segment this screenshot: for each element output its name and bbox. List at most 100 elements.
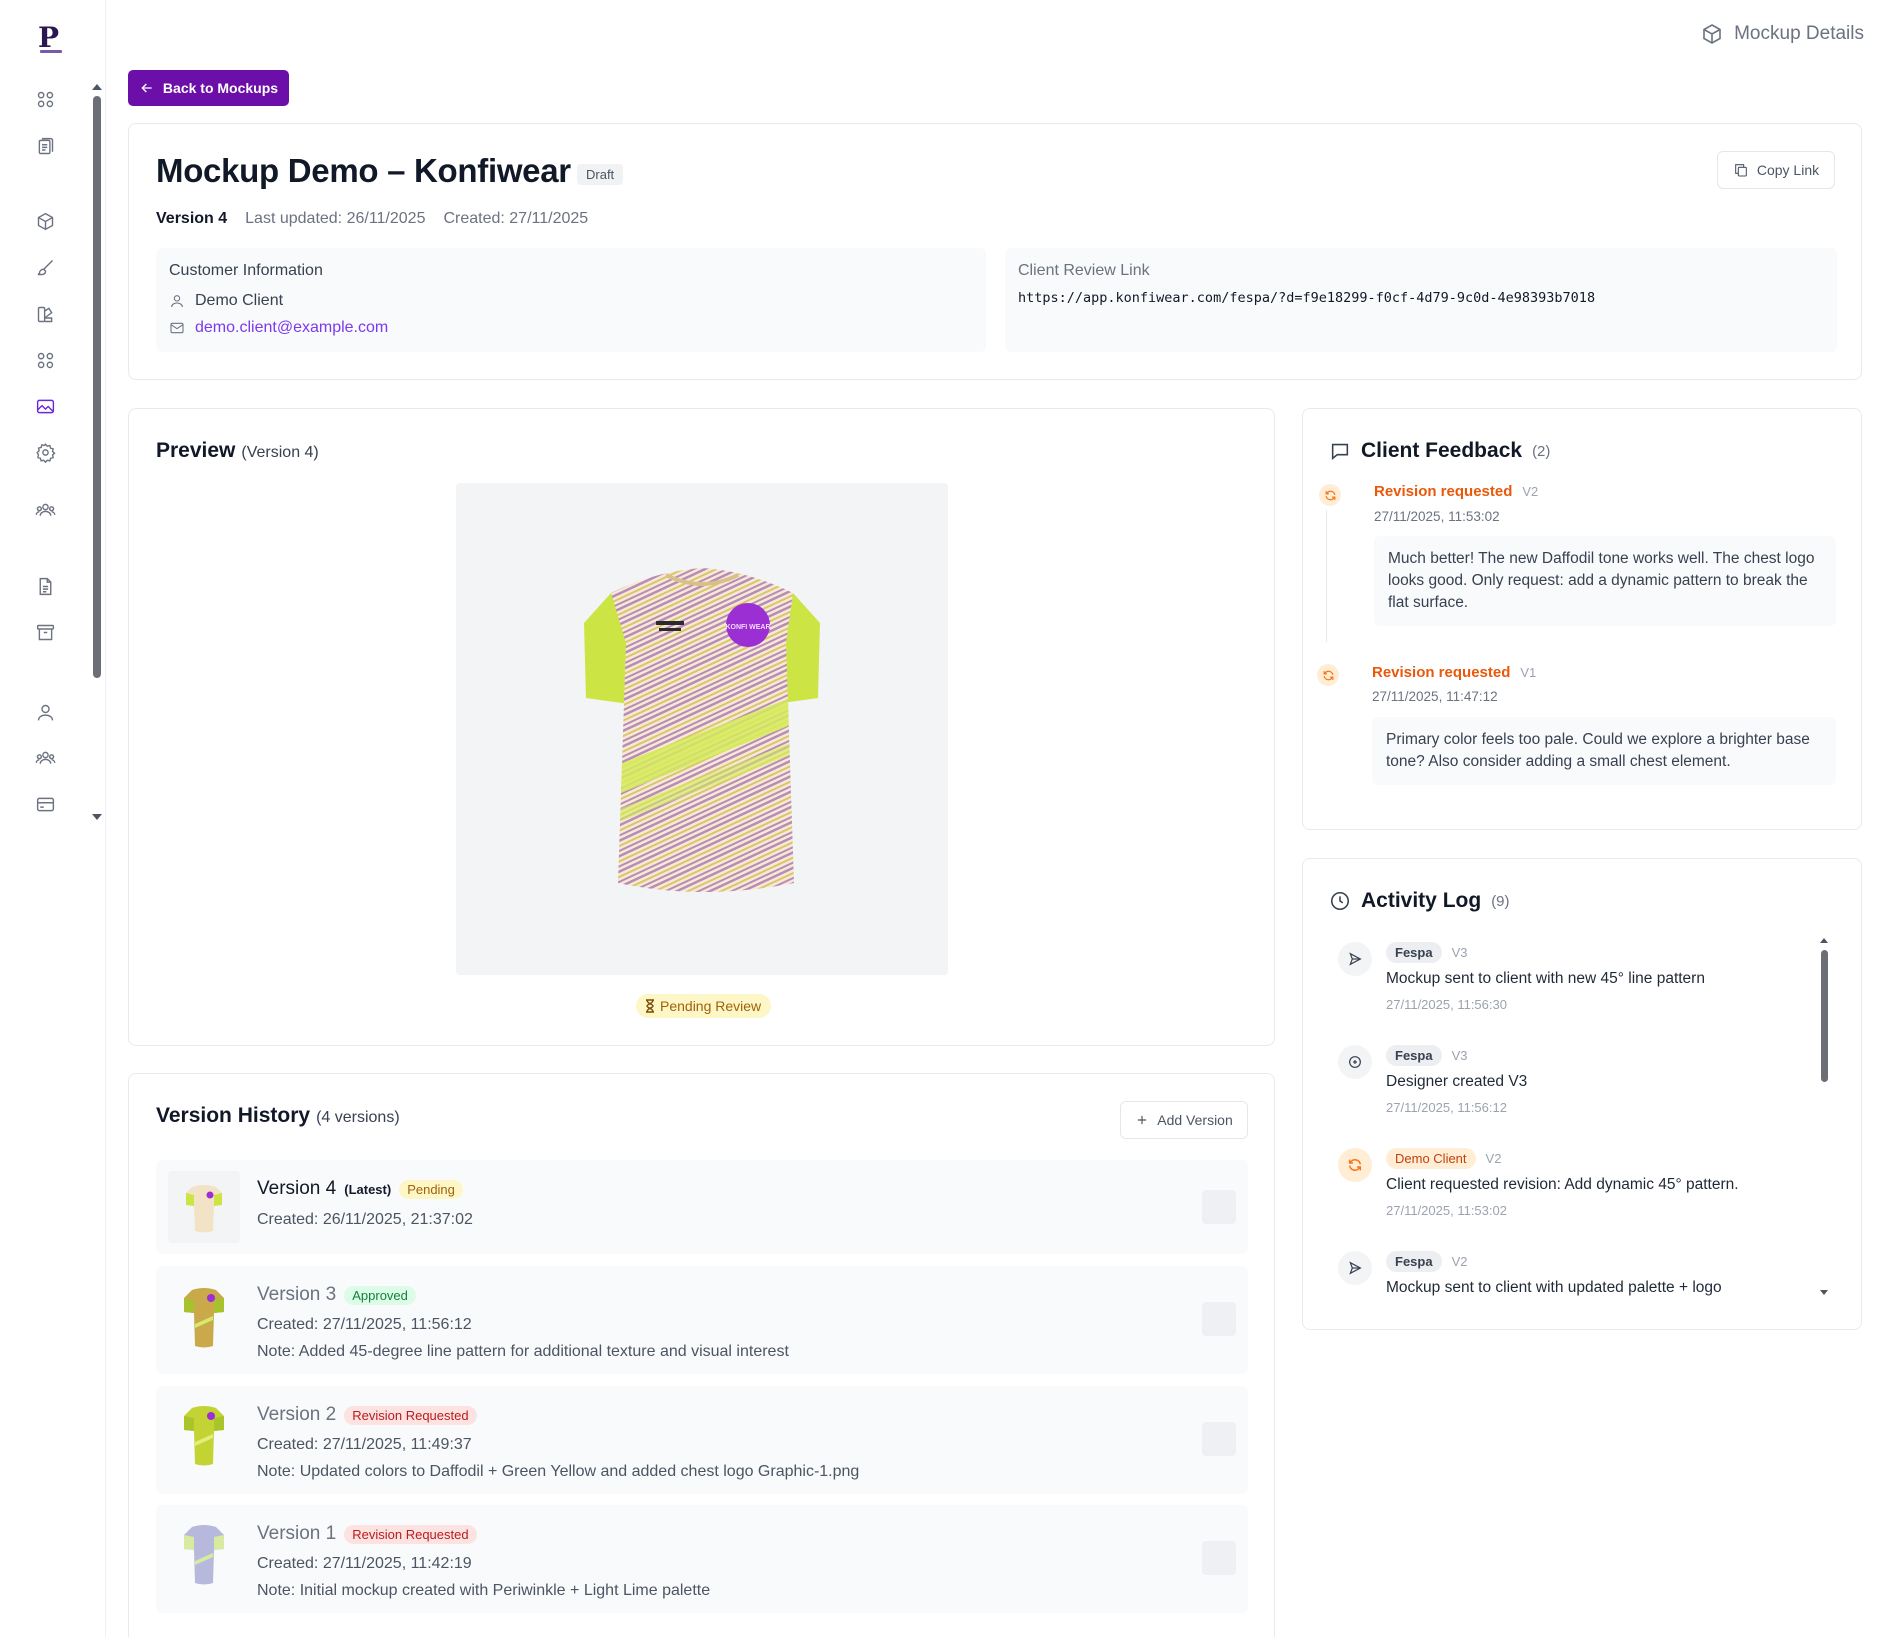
- settings-icon[interactable]: [33, 440, 57, 464]
- activity-version: V3: [1451, 1048, 1468, 1063]
- version-thumbnail: [168, 1171, 240, 1243]
- version-select-checkbox[interactable]: [1202, 1541, 1236, 1575]
- version-created: Created: 27/11/2025, 11:49:37: [257, 1436, 472, 1453]
- version-name-text: Version 4: [257, 1178, 337, 1199]
- version-created: Created: 27/11/2025, 11:56:12: [257, 1316, 472, 1333]
- image-icon[interactable]: [33, 394, 57, 418]
- clock-icon: [1330, 891, 1350, 911]
- mockup-title: Mockup Demo – Konfiwear: [156, 152, 571, 189]
- version-row[interactable]: Version 1 Revision Requested Created: 27…: [156, 1505, 1248, 1613]
- customer-name-row: Demo Client: [169, 292, 283, 310]
- hourglass-icon: [646, 999, 654, 1013]
- version-select-checkbox[interactable]: [1202, 1190, 1236, 1224]
- version-note: Note: Updated colors to Daffodil + Green…: [257, 1463, 860, 1480]
- sidebar-scroll-up[interactable]: [92, 84, 102, 90]
- version-row[interactable]: Version 3 Approved Created: 27/11/2025, …: [156, 1266, 1248, 1374]
- client-feedback-title: Client Feedback (2): [1329, 439, 1550, 463]
- client-review-link-box: Client Review Link https://app.konfiwear…: [1005, 248, 1837, 352]
- user-icon: [171, 295, 183, 308]
- status-badge: Revision Requested: [344, 1524, 477, 1544]
- mail-icon: [170, 322, 184, 334]
- activity-header: Fespa V3: [1386, 1045, 1467, 1066]
- version-select-checkbox[interactable]: [1202, 1302, 1236, 1336]
- version-name: Version 3 Approved: [257, 1284, 416, 1306]
- send-icon: [1338, 1251, 1372, 1285]
- version-name-text: Version 3: [257, 1284, 337, 1305]
- copy-link-button[interactable]: Copy Link: [1717, 151, 1835, 189]
- jersey-illustration: KONFI WEAR: [584, 568, 820, 892]
- version-name: Version 2 Revision Requested: [257, 1404, 477, 1426]
- send-icon: [1338, 942, 1372, 976]
- jersey-thumbnail-icon: [184, 1288, 224, 1348]
- feedback-date: 27/11/2025, 11:47:12: [1372, 689, 1498, 704]
- activity-date: 27/11/2025, 11:53:02: [1386, 1203, 1507, 1218]
- box-icon: [1703, 24, 1721, 44]
- document-icon[interactable]: [33, 574, 57, 598]
- version-select-checkbox[interactable]: [1202, 1422, 1236, 1456]
- add-version-button[interactable]: Add Version: [1120, 1101, 1248, 1139]
- activity-user-badge: Fespa: [1386, 1251, 1442, 1272]
- version-row[interactable]: Version 4 (Latest) Pending Created: 26/1…: [156, 1160, 1248, 1254]
- activity-scroll-down[interactable]: [1820, 1290, 1828, 1295]
- customer-email-link[interactable]: demo.client@example.com: [195, 319, 388, 337]
- version-thumbnail: [168, 1402, 240, 1474]
- activity-scrollbar[interactable]: [1821, 950, 1828, 1082]
- grid-icon[interactable]: [33, 348, 57, 372]
- status-badge: Draft: [577, 164, 624, 185]
- sidebar-scrollbar[interactable]: [93, 96, 101, 678]
- user-icon[interactable]: [33, 700, 57, 724]
- page-heading: Mockup Details: [1700, 22, 1864, 46]
- dashboard-icon[interactable]: [33, 87, 57, 111]
- status-badge: Revision Requested: [344, 1405, 477, 1425]
- version-row[interactable]: Version 2 Revision Requested Created: 27…: [156, 1386, 1248, 1494]
- pending-review-badge: Pending Review: [636, 994, 772, 1018]
- activity-log-title-text: Activity Log: [1361, 889, 1482, 912]
- feedback-date: 27/11/2025, 11:53:02: [1374, 509, 1500, 524]
- customer-info-box: Customer Information Demo Client demo.cl…: [156, 248, 986, 352]
- status-badge: Approved: [344, 1285, 416, 1305]
- customer-info-label: Customer Information: [169, 262, 323, 279]
- team-icon[interactable]: [33, 498, 57, 522]
- back-to-mockups-button[interactable]: Back to Mockups: [128, 70, 289, 106]
- feedback-count: (2): [1532, 442, 1551, 460]
- mockup-preview-image[interactable]: KONFI WEAR: [456, 483, 948, 975]
- version-name: Version 4 (Latest) Pending: [257, 1178, 463, 1200]
- client-review-url[interactable]: https://app.konfiwear.com/fespa/?d=f9e18…: [1018, 290, 1595, 306]
- latest-tag: (Latest): [344, 1181, 392, 1197]
- current-version: Version 4: [156, 210, 228, 227]
- feedback-status: Revision requested V1: [1372, 664, 1536, 681]
- activity-date: 27/11/2025, 11:56:30: [1386, 997, 1507, 1012]
- palette-icon[interactable]: [33, 302, 57, 326]
- status-badge: Pending: [399, 1179, 463, 1199]
- chat-icon: [1331, 443, 1349, 460]
- activity-message: Mockup sent to client with updated palet…: [1386, 1279, 1722, 1296]
- arrow-left-icon: [141, 83, 152, 93]
- version-name: Version 1 Revision Requested: [257, 1523, 477, 1545]
- back-to-mockups-label: Back to Mockups: [162, 80, 279, 96]
- activity-header: Fespa V2: [1386, 1251, 1467, 1272]
- activity-version: V3: [1451, 945, 1468, 960]
- feedback-version: V1: [1520, 665, 1537, 680]
- mockup-header-card: Mockup Demo – Konfiwear Draft Copy Link …: [128, 123, 1862, 380]
- credit-card-icon[interactable]: [33, 792, 57, 816]
- archive-icon[interactable]: [33, 620, 57, 644]
- activity-version: V2: [1485, 1151, 1502, 1166]
- activity-scroll-up[interactable]: [1820, 938, 1828, 943]
- box-icon[interactable]: [33, 209, 57, 233]
- users-icon[interactable]: [33, 746, 57, 770]
- copy-link-label: Copy Link: [1756, 162, 1820, 178]
- activity-message: Client requested revision: Add dynamic 4…: [1386, 1176, 1739, 1193]
- app-logo[interactable]: P: [38, 24, 64, 54]
- plus-circle-icon: [1338, 1045, 1372, 1079]
- sidebar-scroll-down[interactable]: [92, 814, 102, 820]
- brush-icon[interactable]: [33, 255, 57, 279]
- activity-user-badge: Fespa: [1386, 1045, 1442, 1066]
- version-note: Note: Initial mockup created with Periwi…: [257, 1582, 711, 1599]
- pending-review-label: Pending Review: [660, 998, 762, 1014]
- page-heading-text: Mockup Details: [1734, 23, 1864, 44]
- version-history-card: Version History (4 versions) Add Version …: [128, 1073, 1275, 1637]
- activity-user-badge: Fespa: [1386, 942, 1442, 963]
- feedback-version: V2: [1522, 484, 1539, 499]
- customer-email-row[interactable]: demo.client@example.com: [169, 319, 388, 337]
- clipboard-icon[interactable]: [33, 134, 57, 158]
